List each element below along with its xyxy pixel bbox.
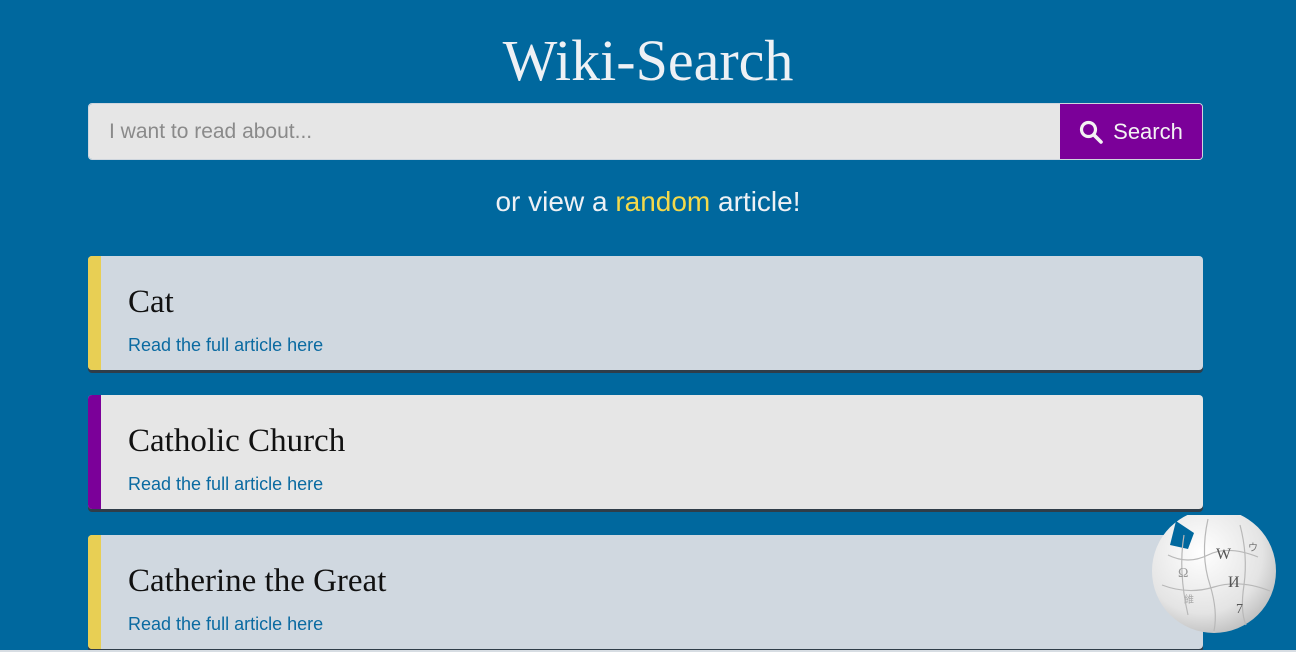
result-card-cat[interactable]: Cat Read the full article here (88, 256, 1203, 370)
logo-glyph-omega: Ω (1178, 566, 1188, 581)
read-full-article-link[interactable]: Read the full article here (128, 472, 323, 496)
result-title: Catholic Church (128, 423, 346, 459)
svg-text:ウ: ウ (1248, 542, 1258, 554)
svg-text:7: 7 (1236, 602, 1243, 617)
logo-glyph-w: W (1216, 546, 1232, 563)
random-article-link[interactable]: random (615, 186, 710, 217)
search-icon (1079, 120, 1103, 144)
search-button-label: Search (1113, 118, 1183, 144)
wikipedia-globe-logo[interactable]: W И Ω ウ 7 維 (1148, 509, 1278, 633)
card-accent-bar (88, 395, 101, 509)
read-full-article-link[interactable]: Read the full article here (128, 612, 323, 636)
random-prefix: or view a (495, 186, 616, 217)
search-button[interactable]: Search (1060, 104, 1202, 159)
card-accent-bar (88, 535, 101, 649)
read-full-article-link[interactable]: Read the full article here (128, 333, 323, 357)
random-suffix: article! (710, 186, 801, 217)
card-accent-bar (88, 256, 101, 370)
random-article-prompt: or view a random article! (0, 183, 1296, 221)
svg-text:維: 維 (1184, 593, 1194, 606)
page-title: Wiki-Search (502, 28, 794, 93)
result-card-catherine-the-great[interactable]: Catherine the Great Read the full articl… (88, 535, 1203, 649)
result-card-catholic-church[interactable]: Catholic Church Read the full article he… (88, 395, 1203, 509)
search-input[interactable] (89, 104, 1060, 159)
result-title: Cat (128, 284, 174, 320)
search-bar: Search (88, 103, 1203, 160)
result-title: Catherine the Great (128, 563, 387, 599)
logo-glyph-i: И (1228, 574, 1240, 591)
